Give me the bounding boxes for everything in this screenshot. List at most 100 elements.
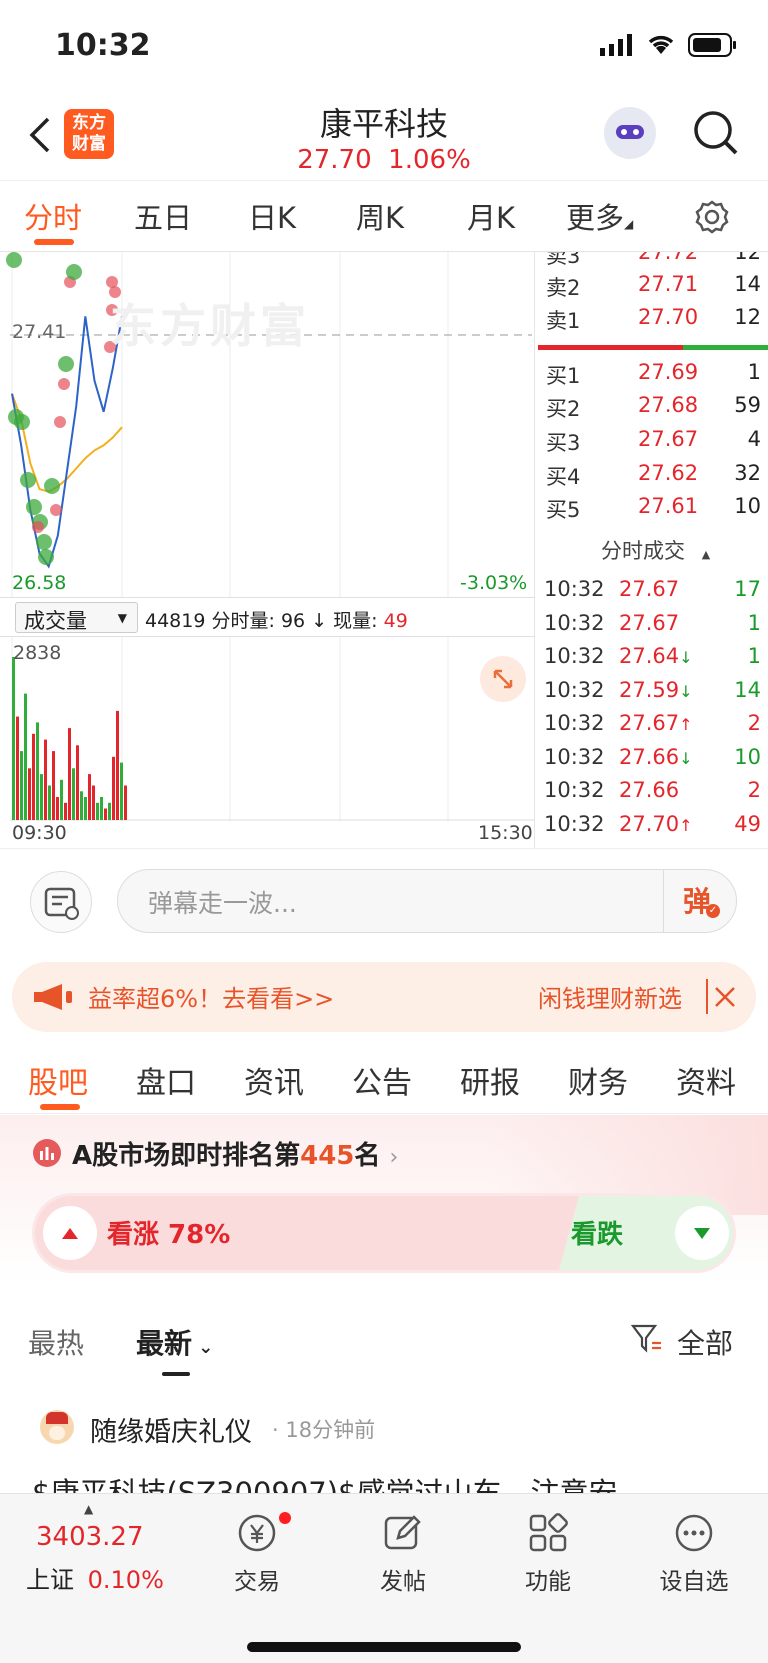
volume-bar [80, 791, 83, 820]
check-icon: ✓ [706, 904, 720, 918]
sell-bubble-marker [44, 478, 60, 494]
dropdown-caret-icon: ▼ [117, 611, 127, 625]
buy-pressure-bar [683, 345, 768, 350]
low-pct-label: -3.03% [460, 572, 528, 594]
trade-arrow: ↓ [679, 681, 693, 701]
danmu-settings-button[interactable] [30, 871, 92, 933]
trade-time: 10:32 [544, 577, 605, 601]
buy-bubble-marker [54, 416, 66, 428]
sentiment-down-label: 看跌 [571, 1220, 624, 1250]
battery-icon [688, 33, 736, 57]
expand-arrows-icon [493, 669, 513, 689]
trades-title[interactable]: 分时成交 ▲ [601, 535, 710, 565]
ranking-prefix: A股市场即时排名第 [72, 1141, 301, 1171]
filter-latest-label: 最新 [136, 1327, 193, 1360]
trade-price: 27.67 [619, 577, 679, 601]
tab-daily-k[interactable]: 日K [248, 195, 296, 237]
promo-banner[interactable]: 益率超6%！去看看>> 闲钱理财新选 [12, 962, 756, 1032]
trade-row: 10:32 27.67 17 [536, 577, 761, 609]
trade-volume: 10 [734, 744, 761, 769]
search-icon[interactable] [692, 109, 740, 157]
tab-monthly-k[interactable]: 月K [467, 195, 515, 237]
status-time: 10:32 [55, 28, 151, 63]
filter-hot[interactable]: 最热 [28, 1322, 84, 1362]
trade-price: 27.66 [619, 778, 679, 802]
avatar[interactable] [40, 1410, 74, 1444]
sell-vol: 14 [734, 272, 761, 296]
ranking-text[interactable]: A股市场即时排名第445名 › [72, 1135, 398, 1172]
buy-label: 买5 [546, 498, 581, 522]
tab-profile[interactable]: 资料 [676, 1058, 736, 1102]
sell-row-1: 卖1 27.70 12 [546, 305, 761, 337]
post-item[interactable]: 随缘婚庆礼仪 · 18分钟前 $康平科技(SZ300907)$感觉过山车，注意安 [0, 1400, 768, 1493]
current-volume-label: 现量: [333, 610, 378, 632]
status-bar: 10:32 [0, 0, 768, 95]
filter-all[interactable]: 全部 [677, 1322, 733, 1362]
trade-row: 10:32 27.66↓ 10 [536, 745, 761, 777]
tab-five-day[interactable]: 五日 [134, 195, 192, 237]
close-icon[interactable] [712, 984, 738, 1010]
robot-avatar-icon[interactable] [604, 107, 656, 159]
trade-arrow: ↑ [679, 715, 693, 734]
volume-bar [48, 785, 51, 820]
post-author[interactable]: 随缘婚庆礼仪 [90, 1410, 252, 1449]
chevron-right-icon: › [389, 1145, 399, 1170]
trade-volume: 1 [747, 610, 761, 635]
nav-functions[interactable]: 功能 [488, 1510, 608, 1596]
volume-bar [36, 722, 39, 820]
tab-weekly-k[interactable]: 周K [356, 195, 404, 237]
tab-guba[interactable]: 股吧 [28, 1058, 88, 1102]
signal-icon [600, 34, 632, 56]
volume-selector-label: 成交量 [24, 609, 87, 633]
period-volume: 96 [280, 610, 306, 632]
volume-bar [112, 756, 115, 820]
index-quote[interactable]: ▲ 3403.27 上证 0.10% [20, 1502, 180, 1602]
expand-icon[interactable] [480, 656, 526, 702]
megaphone-icon [34, 984, 72, 1010]
filter-latest[interactable]: 最新 ⌄ [136, 1322, 213, 1362]
sentiment-up-label: 看涨 78% [107, 1220, 231, 1250]
post-time: · 18分钟前 [272, 1418, 376, 1442]
tab-news[interactable]: 资讯 [244, 1058, 304, 1102]
buy-bubble-marker [50, 504, 62, 516]
ranking-suffix: 名 [354, 1141, 381, 1171]
total-volume: 44819 [145, 610, 206, 632]
sell-bubble-marker [26, 499, 42, 515]
settings-gear-icon[interactable] [694, 199, 730, 235]
vote-down-button[interactable] [675, 1206, 729, 1260]
stock-price: 27.70 [297, 145, 372, 175]
price-mark-label: 27.41 [12, 321, 67, 343]
danmu-settings-icon [44, 887, 79, 920]
intraday-chart[interactable]: 东方财富 27.41 26.58 -3.03% 成交量 ▼ 44819 分时量:… [0, 252, 535, 848]
ranking-number: 445 [300, 1141, 355, 1171]
tab-more[interactable]: 更多◢ [566, 195, 633, 237]
trade-price-value: 27.67 [619, 610, 680, 635]
trade-price: 27.67 [619, 611, 679, 635]
wifi-icon [648, 35, 674, 54]
nav-post[interactable]: 发帖 [343, 1510, 463, 1596]
trade-time: 10:32 [544, 711, 605, 735]
banner-left-text: 益率超6%！去看看>> [88, 985, 335, 1013]
section-tabs: 股吧 盘口 资讯 公告 研报 财务 资料 [0, 1042, 768, 1114]
tab-pankou[interactable]: 盘口 [136, 1058, 196, 1102]
volume-header: 成交量 ▼ 44819 分时量: 96 ↓ 现量: 49 [0, 597, 535, 637]
tab-research[interactable]: 研报 [460, 1058, 520, 1102]
order-book[interactable]: 卖3 27.72 12 卖2 27.71 14 卖1 27.70 12 买1 2… [536, 252, 768, 848]
tab-announcements[interactable]: 公告 [352, 1058, 412, 1102]
volume-bar [88, 774, 91, 820]
volume-bar [104, 808, 107, 820]
price-line [11, 316, 123, 569]
tab-intraday[interactable]: 分时 [24, 195, 82, 237]
volume-bar [32, 733, 35, 820]
home-indicator [247, 1642, 521, 1652]
volume-selector[interactable]: 成交量 ▼ [15, 602, 138, 633]
nav-watchlist[interactable]: 设自选 [634, 1510, 754, 1596]
danmu-input[interactable]: 弹幕走一波... 弹 ✓ [117, 869, 737, 933]
buy-row-3: 买3 27.67 4 [546, 427, 761, 459]
tab-finance[interactable]: 财务 [568, 1058, 628, 1102]
vote-up-button[interactable] [43, 1206, 97, 1260]
nav-trade[interactable]: 交易 [197, 1510, 317, 1596]
trade-volume: 49 [734, 811, 761, 836]
trades-title-label: 分时成交 [601, 539, 685, 563]
nav-watchlist-label: 设自选 [659, 1569, 729, 1595]
